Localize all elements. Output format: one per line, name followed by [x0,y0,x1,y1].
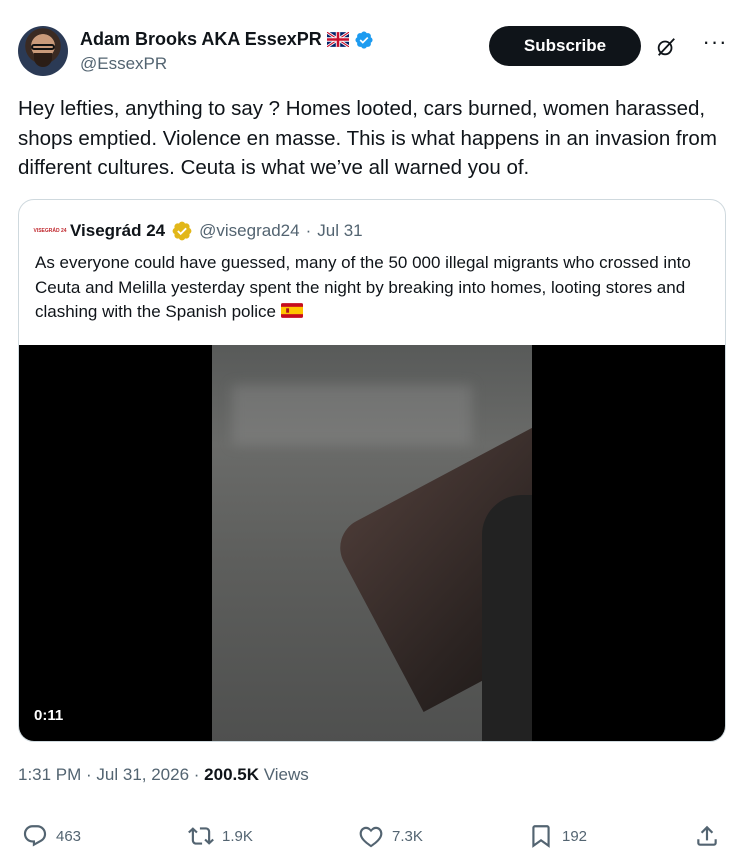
share-icon [697,825,717,846]
reply-count: 463 [56,827,82,845]
quoted-author-avatar[interactable]: VISEGRÁD 24 [33,222,66,240]
author-names: Adam Brooks AKA EssexPR @EssexPR [80,29,374,74]
quoted-separator: · [305,221,312,240]
video-blur [232,385,472,445]
heart-icon [359,826,383,848]
author-handle[interactable]: @EssexPR [80,54,374,74]
bookmark-count: 192 [562,827,588,845]
quoted-tweet[interactable]: VISEGRÁD 24 Visegrád 24 @visegrad24 · Ju… [18,199,726,742]
tweet-text: Hey lefties, anything to say ? Homes loo… [18,97,717,179]
more-icon[interactable]: ··· [701,31,729,56]
tweet-actions: 463 1.9K 7.3K 192 [22,823,722,855]
repost-button[interactable]: 1.9K [188,823,253,849]
spain-flag-icon [280,303,303,318]
quoted-date[interactable]: Jul 31 [317,221,362,241]
views-count[interactable]: 200.5K [204,765,259,784]
author-display-name-row[interactable]: Adam Brooks AKA EssexPR [80,29,374,50]
video-player[interactable]: 0:11 [19,345,725,741]
tweet-header: Adam Brooks AKA EssexPR @EssexPR Subscri… [18,26,729,78]
views-label: Views [259,765,309,784]
avatar-glasses [31,44,55,50]
like-count: 7.3K [392,827,423,845]
author-avatar[interactable] [18,26,68,76]
repost-count: 1.9K [222,827,253,845]
gold-verified-badge-icon [172,221,192,241]
subscribe-button[interactable]: Subscribe [489,26,641,66]
reply-button[interactable]: 463 [22,823,81,849]
meta-separator: · [189,765,205,784]
like-button[interactable]: 7.3K [358,823,423,849]
avatar-beard [34,53,52,67]
bookmark-icon [532,825,550,848]
quoted-author-name[interactable]: Visegrád 24 [70,221,165,241]
grok-icon[interactable] [655,36,677,58]
video-timer: 0:11 [34,707,64,724]
verified-badge-icon[interactable] [354,30,374,50]
meta-separator: · [81,765,97,784]
quoted-author-handle[interactable]: @visegrad24 [199,221,299,241]
tweet-date[interactable]: Jul 31, 2026 [96,765,189,784]
author-display-name[interactable]: Adam Brooks AKA EssexPR [80,29,322,50]
uk-flag-icon [326,32,349,47]
tweet-time[interactable]: 1:31 PM [18,765,81,784]
reply-icon [23,825,47,847]
video-dark-edge [482,495,532,741]
repost-icon [188,827,214,845]
video-frame [212,345,532,741]
tweet-meta: 1:31 PM · Jul 31, 2026 · 200.5K Views [18,765,309,785]
bookmark-button[interactable]: 192 [528,823,587,849]
quoted-tweet-text: As everyone could have guessed, many of … [35,251,715,325]
share-button[interactable] [694,823,720,849]
quoted-text-body: As everyone could have guessed, many of … [35,253,691,321]
quoted-tweet-header: VISEGRÁD 24 Visegrád 24 @visegrad24 · Ju… [33,220,363,242]
